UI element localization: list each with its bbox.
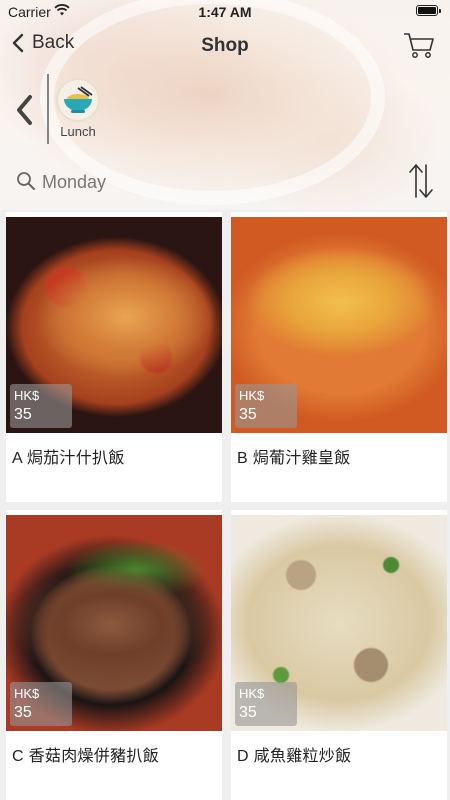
price-currency: HK$ (14, 388, 40, 403)
product-photo: HK$ 35 (231, 515, 447, 731)
product-photo: HK$ 35 (6, 515, 222, 731)
product-card[interactable]: HK$ 35 A 焗茄汁什扒飯 (6, 212, 222, 502)
price-badge: HK$ 35 (10, 682, 72, 726)
price-value: 35 (239, 704, 257, 721)
sort-icon[interactable] (406, 162, 436, 200)
product-name: B 焗葡汁雞皇飯 (237, 450, 351, 467)
price-currency: HK$ (14, 686, 40, 701)
product-card[interactable]: HK$ 35 C 香菇肉燥併豬扒飯 (6, 510, 222, 800)
price-badge: HK$ 35 (10, 384, 72, 428)
product-photo: HK$ 35 (6, 217, 222, 433)
product-photo: HK$ 35 (231, 217, 447, 433)
category-bar: Lunch (0, 70, 450, 150)
price-value: 35 (239, 406, 257, 423)
navigation-bar: Back Shop (0, 26, 450, 66)
search-icon (17, 172, 35, 190)
product-name: A 焗茄汁什扒飯 (12, 450, 125, 467)
product-card[interactable]: HK$ 35 D 咸魚雞粒炒飯 (231, 510, 447, 800)
category-item-lunch[interactable]: Lunch (54, 78, 102, 139)
search-input[interactable]: Monday (42, 172, 106, 193)
clock: 1:47 AM (198, 4, 252, 20)
battery-icon (416, 5, 441, 16)
product-name: C 香菇肉燥併豬扒飯 (12, 748, 160, 765)
price-badge: HK$ 35 (235, 384, 297, 428)
price-currency: HK$ (239, 388, 265, 403)
price-value: 35 (14, 704, 32, 721)
category-label: Lunch (60, 124, 96, 139)
lunch-bowl-icon (56, 78, 100, 122)
price-badge: HK$ 35 (235, 682, 297, 726)
page-title: Shop (201, 35, 249, 56)
status-bar: Carrier 1:47 AM (0, 0, 450, 24)
cart-icon[interactable] (402, 30, 436, 60)
category-prev-icon[interactable] (14, 94, 34, 126)
search-bar[interactable]: Monday (0, 162, 450, 202)
product-name: D 咸魚雞粒炒飯 (237, 748, 352, 765)
category-divider (47, 74, 49, 144)
product-card[interactable]: HK$ 35 B 焗葡汁雞皇飯 (231, 212, 447, 502)
price-value: 35 (14, 406, 32, 423)
price-currency: HK$ (239, 686, 265, 701)
